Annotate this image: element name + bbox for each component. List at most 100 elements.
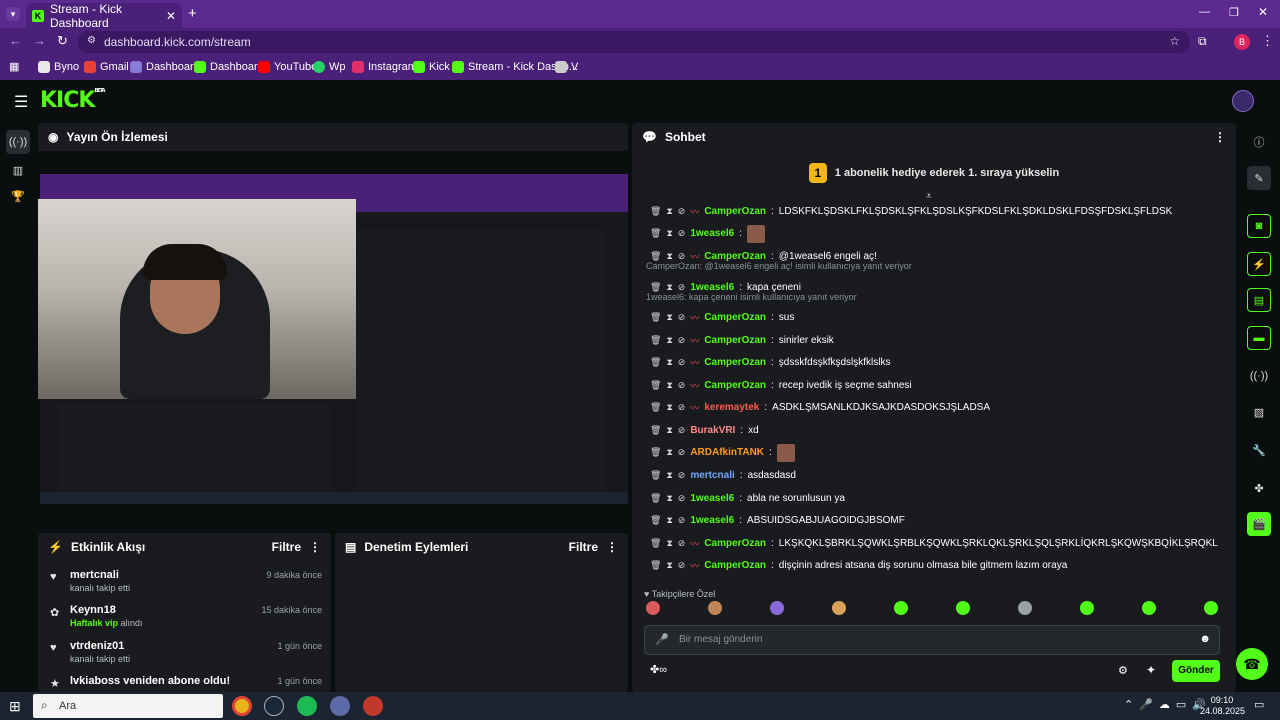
clock[interactable]: 09:10 24.08.2025 <box>1200 695 1245 717</box>
emote-icon[interactable] <box>894 601 908 615</box>
timeout-icon[interactable]: ⧗ <box>666 312 672 323</box>
activity-filter-button[interactable]: Filtre <box>272 540 301 554</box>
profile-avatar[interactable]: B <box>1234 34 1250 50</box>
bookmark-dashboard-2[interactable]: Dashboard <box>194 61 264 73</box>
chat-message[interactable]: 🗑 ⧗ ⊘ 〰 keremaytek: ASDKLŞMSANLKDJKSAJKDASDOK… <box>650 398 990 418</box>
chat-message[interactable]: 🗑 ⧗ ⊘ 〰 CamperOzan: dişçinin adresi atsana di… <box>650 556 1067 576</box>
windows-start-icon[interactable]: ⊞ <box>9 698 21 715</box>
emoji-icon[interactable]: ☻ <box>1199 633 1211 645</box>
ban-icon[interactable]: ⊘ <box>678 425 686 436</box>
delete-icon[interactable]: 🗑 <box>650 425 661 436</box>
subscription-banner[interactable]: 1 1 abonelik hediye ederek 1. sıraya yük… <box>632 153 1236 193</box>
delete-icon[interactable]: 🗑 <box>650 228 661 239</box>
app-icon[interactable] <box>363 696 383 716</box>
bookmark-star-icon[interactable]: ☆ <box>1169 34 1180 48</box>
new-tab-icon[interactable]: + <box>188 5 197 22</box>
apps-grid-icon[interactable]: ▦ <box>9 60 19 73</box>
gift-sub-icon[interactable]: ✦ <box>1146 663 1156 677</box>
timeout-icon[interactable]: ⧗ <box>666 470 672 481</box>
chat-menu-icon[interactable]: ⋮ <box>1214 130 1226 144</box>
timeout-icon[interactable]: ⧗ <box>666 206 672 217</box>
chat-message[interactable]: 🗑 ⧗ ⊘ ARDAfkinTANK: <box>650 443 795 463</box>
notification-icon[interactable]: ▭ <box>1254 698 1264 711</box>
ban-icon[interactable]: ⊘ <box>678 447 686 458</box>
chat-message[interactable]: 🗑 ⧗ ⊘ 〰 CamperOzan: recep ivedik iş seçme sah… <box>650 375 912 395</box>
bookmark-wp[interactable]: Wp <box>313 61 346 73</box>
stats-icon[interactable]: ▥ <box>6 158 30 182</box>
delete-icon[interactable]: 🗑 <box>650 335 661 346</box>
emote-icon[interactable] <box>956 601 970 615</box>
ban-icon[interactable]: ⊘ <box>678 493 686 504</box>
timeout-icon[interactable]: ⧗ <box>666 425 672 436</box>
chat-message[interactable]: 🗑 ⧗ ⊘ 〰 CamperOzan: sus <box>650 308 794 328</box>
emote-icon[interactable] <box>708 601 722 615</box>
forward-icon[interactable]: → <box>33 33 46 48</box>
bookmark-youtube[interactable]: YouTube <box>258 61 317 73</box>
bookmark-gmail[interactable]: Gmail <box>84 61 129 73</box>
timeout-icon[interactable]: ⧗ <box>666 402 672 413</box>
delete-icon[interactable]: 🗑 <box>650 447 661 458</box>
stream-icon[interactable]: ((·)) <box>6 130 30 154</box>
microphone-icon[interactable]: 🎤 <box>655 633 669 646</box>
ban-icon[interactable]: ⊘ <box>678 380 686 391</box>
trophy-icon[interactable]: 🏆 <box>6 184 30 208</box>
bookmark-kick[interactable]: Kick <box>413 61 450 73</box>
chat-username[interactable]: 1weasel6 <box>690 228 734 239</box>
close-window-icon[interactable]: ✕ <box>1258 5 1268 19</box>
emote-icon[interactable] <box>770 601 784 615</box>
bookmark-dashboard-1[interactable]: Dashboard <box>130 61 200 73</box>
bookmark-instagram[interactable]: Instagram <box>352 61 417 73</box>
reload-icon[interactable]: ↻ <box>57 33 68 49</box>
timeout-icon[interactable]: ⧗ <box>666 447 672 458</box>
chat-message[interactable]: 🗑 ⧗ ⊘ 1weasel6: <box>650 224 766 244</box>
clapper-icon[interactable]: 🎬 <box>1247 512 1271 536</box>
ban-icon[interactable]: ⊘ <box>678 538 686 549</box>
delete-icon[interactable]: 🗑 <box>650 560 661 571</box>
channel-points-icon[interactable]: ✤∞ <box>650 663 667 676</box>
chat-message[interactable]: 🗑 ⧗ ⊘ 1weasel6: ABSUIDSGABJUAGOIDGJBSOMF <box>650 511 905 531</box>
obs-icon[interactable] <box>330 696 350 716</box>
chat-message[interactable]: 🗑 ⧗ ⊘ 〰 CamperOzan: şdsskfdsşkfkşdslşkfklslks <box>650 353 890 373</box>
wrench-icon[interactable]: 🔧 <box>1247 438 1271 462</box>
emote-icon[interactable] <box>1080 601 1094 615</box>
chat-username[interactable]: keremaytek <box>704 402 759 413</box>
delete-icon[interactable]: 🗑 <box>650 493 661 504</box>
spotify-icon[interactable] <box>297 696 317 716</box>
chat-username[interactable]: ARDAfkinTANK <box>690 447 764 458</box>
ban-icon[interactable]: ⊘ <box>678 470 686 481</box>
pencil-icon[interactable]: ✎ <box>1247 166 1271 190</box>
lightning-icon[interactable]: ⚡ <box>1247 252 1271 276</box>
chat-username[interactable]: CamperOzan <box>704 206 766 217</box>
printer-icon[interactable]: ▧ <box>1247 400 1271 424</box>
timeout-icon[interactable]: ⧗ <box>666 335 672 346</box>
timeout-icon[interactable]: ⧗ <box>666 228 672 239</box>
ban-icon[interactable]: ⊘ <box>678 206 686 217</box>
chat-input[interactable]: 🎤 Bir mesaj gönderin ☻ <box>644 625 1220 655</box>
chat-message[interactable]: 🗑 ⧗ ⊘ 〰 CamperOzan: LKŞKQKLŞBRKLŞQWKLŞRBLKŞQW… <box>650 533 1218 553</box>
delete-icon[interactable]: 🗑 <box>650 312 661 323</box>
emote-icon[interactable] <box>1204 601 1218 615</box>
user-avatar[interactable] <box>1232 90 1254 112</box>
chat-username[interactable]: CamperOzan <box>704 560 766 571</box>
camera-icon[interactable]: ◙ <box>1247 214 1271 238</box>
steam-icon[interactable] <box>264 696 284 716</box>
chat-settings-icon[interactable]: ⚙ <box>1118 664 1128 677</box>
back-icon[interactable]: ← <box>9 33 22 48</box>
clipboard-icon[interactable]: ▤ <box>1247 288 1271 312</box>
activity-menu-icon[interactable]: ⋮ <box>309 540 321 554</box>
timeout-icon[interactable]: ⧗ <box>666 357 672 368</box>
chat-username[interactable]: mertcnali <box>690 470 734 481</box>
chat-message[interactable]: 🗑 ⧗ ⊘ 1weasel6: abla ne sorunlusun ya <box>650 488 845 508</box>
ban-icon[interactable]: ⊘ <box>678 560 686 571</box>
delete-icon[interactable]: 🗑 <box>650 380 661 391</box>
timeout-icon[interactable]: ⧗ <box>666 538 672 549</box>
moderation-menu-icon[interactable]: ⋮ <box>606 540 618 554</box>
chat-username[interactable]: CamperOzan <box>704 380 766 391</box>
chrome-icon[interactable] <box>232 696 252 716</box>
chat-username[interactable]: 1weasel6 <box>690 515 734 526</box>
address-bar[interactable]: ⚙ dashboard.kick.com/stream ☆ <box>78 31 1190 53</box>
chat-message[interactable]: 🗑 ⧗ ⊘ BurakVRI: xd <box>650 420 759 440</box>
chat-message[interactable]: 🗑 ⧗ ⊘ mertcnali: asdasdasd <box>650 466 796 486</box>
chat-message[interactable]: 🗑 ⧗ ⊘ 〰 CamperOzan: sinirler eksik <box>650 330 834 350</box>
kick-logo[interactable]: KICKBETA <box>40 88 106 113</box>
